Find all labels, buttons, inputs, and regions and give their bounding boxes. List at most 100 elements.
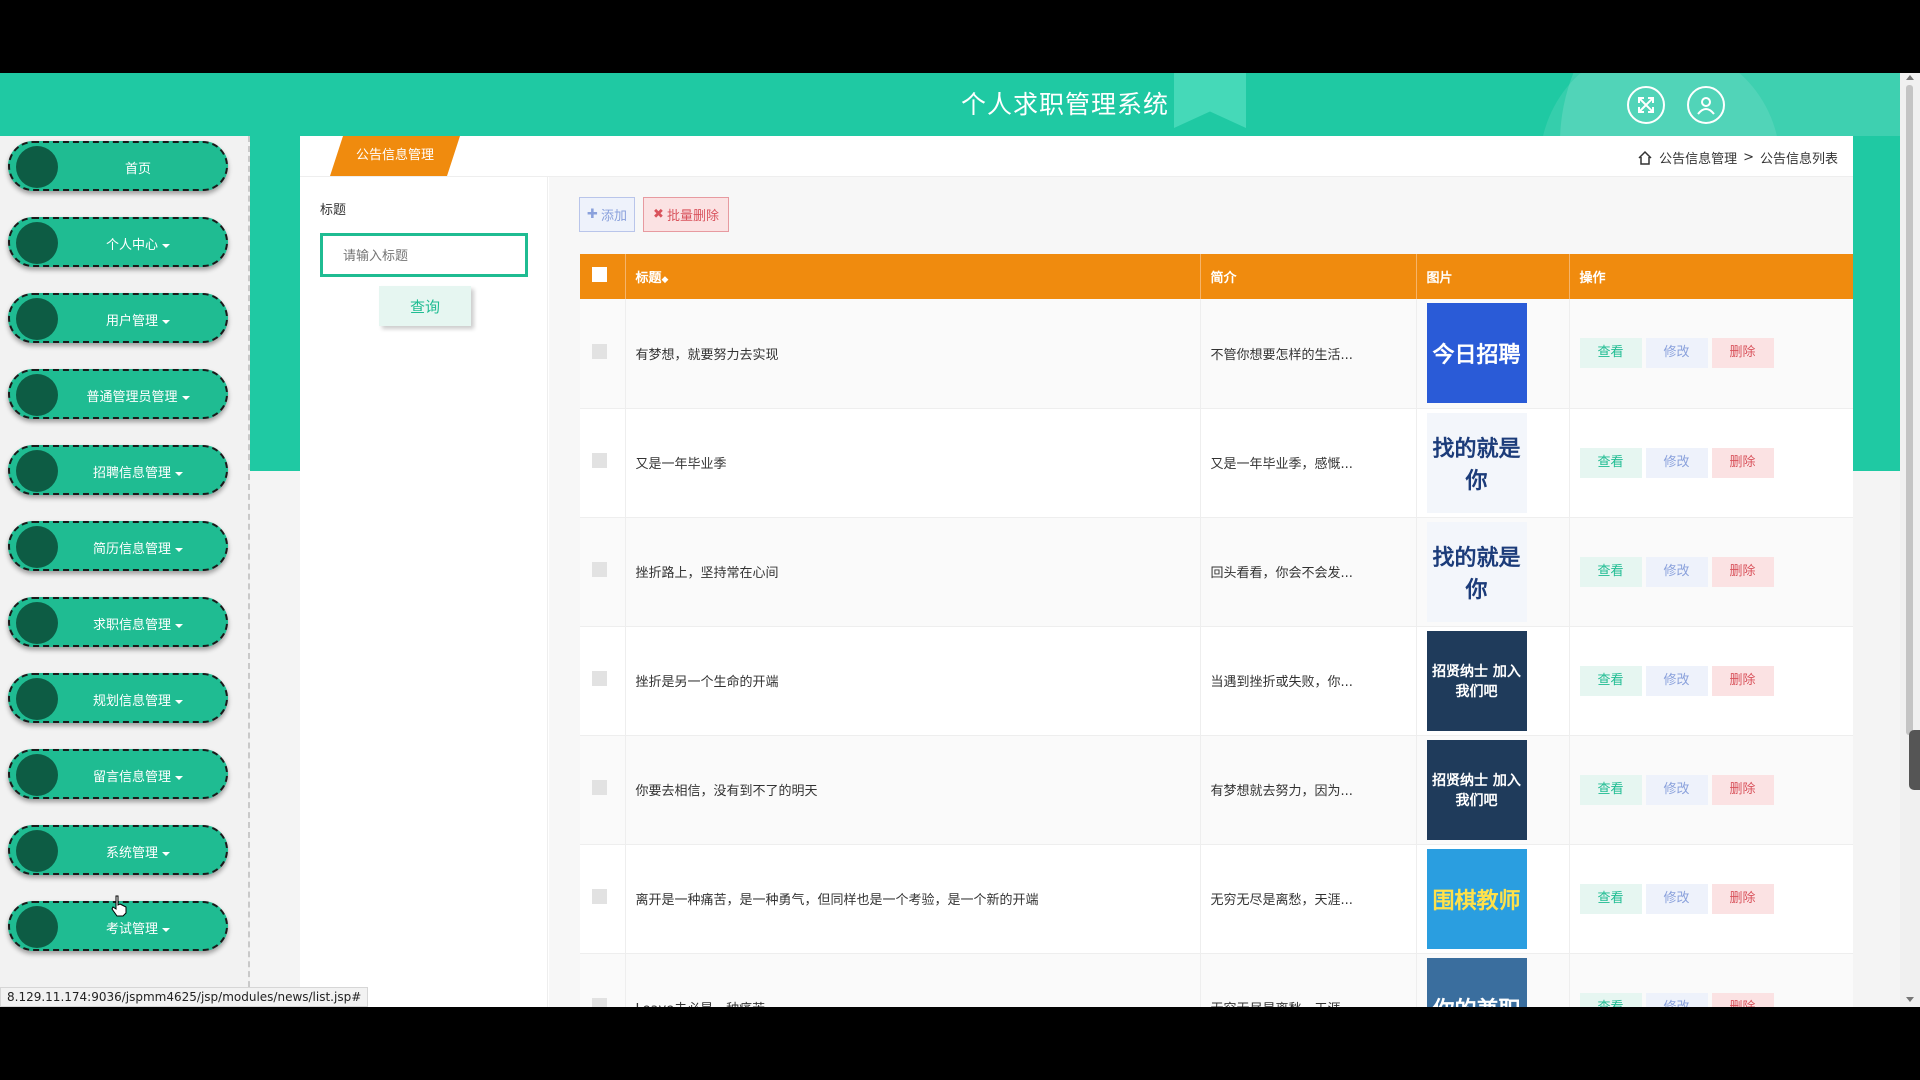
- chevron-down-icon: [175, 547, 183, 552]
- scroll-down-arrow[interactable]: [1906, 997, 1914, 1002]
- row-intro: 当遇到挫折或失败，你...: [1200, 626, 1417, 736]
- delete-button[interactable]: 删除: [1711, 447, 1774, 478]
- sidebar-item[interactable]: 规划信息管理: [8, 673, 228, 723]
- search-panel: 标题 查询: [300, 177, 548, 1007]
- delete-button[interactable]: 删除: [1711, 665, 1774, 696]
- query-button[interactable]: 查询: [379, 286, 471, 326]
- view-button[interactable]: 查看: [1579, 883, 1642, 914]
- main-content: 公告信息管理 公告信息管理 > 公告信息列表 标题 查询 ✚ 添加 ✖ 批量删除: [300, 136, 1853, 1007]
- column-header-title[interactable]: 标题◆: [625, 254, 1201, 299]
- select-all-checkbox[interactable]: [592, 267, 607, 282]
- list-area: ✚ 添加 ✖ 批量删除 标题◆ 简介 图片 操作 有梦想，就要努力去实现 不管你…: [549, 177, 1853, 1007]
- row-intro: 有梦想就去努力，因为...: [1200, 735, 1417, 845]
- add-button[interactable]: ✚ 添加: [579, 197, 635, 232]
- row-checkbox[interactable]: [592, 562, 607, 577]
- sidebar-item-text: 简历信息管理: [92, 542, 171, 557]
- page-scrollbar[interactable]: [1900, 73, 1920, 1007]
- delete-button[interactable]: 删除: [1711, 883, 1774, 914]
- sidebar: 首页个人中心用户管理普通管理员管理 招聘信息管理 简历信息管理 求职信息管理规划信息管…: [0, 136, 250, 1007]
- tab-announcement-management[interactable]: 公告信息管理: [330, 136, 460, 176]
- row-title: 挫折路上，坚持常在心间: [625, 517, 1201, 627]
- row-image: 找的就是你: [1426, 412, 1527, 513]
- sidebar-item-text: 求职信息管理: [92, 618, 171, 633]
- delete-button[interactable]: 删除: [1711, 556, 1774, 587]
- view-button[interactable]: 查看: [1579, 665, 1642, 696]
- row-title: Leave未必是一种痛苦: [625, 953, 1201, 1007]
- sidebar-item-text: 留言信息管理: [92, 770, 171, 785]
- row-actions: 查看 修改 删除: [1569, 953, 1853, 1007]
- title-search-input[interactable]: [320, 233, 528, 277]
- sidebar-item[interactable]: 个人中心: [8, 217, 228, 267]
- row-select-cell: [580, 844, 626, 954]
- delete-button[interactable]: 删除: [1711, 992, 1774, 1007]
- sidebar-item[interactable]: 用户管理: [8, 293, 228, 343]
- row-title: 你要去相信，没有到不了的明天: [625, 735, 1201, 845]
- row-checkbox[interactable]: [592, 343, 607, 359]
- chevron-down-icon: [162, 927, 170, 932]
- user-button[interactable]: [1687, 86, 1725, 124]
- edit-button[interactable]: 修改: [1645, 338, 1708, 369]
- sidebar-item[interactable]: 普通管理员管理: [8, 369, 228, 419]
- edit-button[interactable]: 修改: [1645, 992, 1708, 1007]
- delete-button[interactable]: 删除: [1711, 774, 1774, 805]
- row-checkbox[interactable]: [592, 998, 607, 1007]
- sidebar-item[interactable]: 留言信息管理: [8, 749, 228, 799]
- scroll-up-arrow[interactable]: [1906, 75, 1914, 80]
- sidebar-item-text: 招聘信息管理: [92, 466, 171, 481]
- row-actions: 查看 修改 删除: [1569, 844, 1853, 954]
- row-checkbox[interactable]: [592, 780, 607, 795]
- row-intro: 不管你想要怎样的生活...: [1200, 299, 1417, 409]
- row-title: 挫折是另一个生命的开端: [625, 626, 1201, 736]
- sidebar-item[interactable]: 系统管理: [8, 825, 228, 875]
- delete-button[interactable]: 删除: [1711, 338, 1774, 369]
- view-button[interactable]: 查看: [1579, 992, 1642, 1007]
- view-button[interactable]: 查看: [1579, 774, 1642, 805]
- row-checkbox[interactable]: [592, 453, 607, 468]
- sidebar-item[interactable]: 首页: [8, 141, 228, 191]
- chevron-down-icon: [175, 471, 183, 476]
- edit-button[interactable]: 修改: [1645, 883, 1708, 914]
- sidebar-item-text: 普通管理员管理: [86, 390, 178, 405]
- row-checkbox[interactable]: [592, 889, 607, 904]
- sidebar-item[interactable]: 招聘信息管理: [8, 445, 228, 495]
- app-window: 个人求职管理系统 首页个人中心用户管理普通管理员管理 招聘信息管理 简历信息管理 求职…: [0, 73, 1920, 1007]
- sidebar-item-label: 首页: [50, 158, 226, 177]
- batch-delete-button[interactable]: ✖ 批量删除: [643, 197, 729, 232]
- column-title-label: 标题: [635, 271, 662, 286]
- sidebar-item[interactable]: 简历信息管理: [8, 521, 228, 571]
- home-icon[interactable]: [1637, 150, 1653, 166]
- row-actions: 查看 修改 删除: [1569, 735, 1853, 845]
- sidebar-item[interactable]: 求职信息管理: [8, 597, 228, 647]
- view-button[interactable]: 查看: [1579, 447, 1642, 478]
- fullscreen-button[interactable]: [1627, 86, 1665, 124]
- row-image: 你的兼职: [1426, 957, 1527, 1007]
- top-header: 个人求职管理系统: [0, 73, 1900, 136]
- table-row: 挫折路上，坚持常在心间 回头看看，你会不会发... 找的就是你 查看 修改 删除: [580, 517, 1853, 627]
- row-select-cell: [580, 735, 626, 845]
- row-intro: 无穷无尽是离愁，天涯...: [1200, 953, 1417, 1007]
- sidebar-item-label: 用户管理: [50, 310, 226, 329]
- hand-cursor-icon: [111, 895, 127, 917]
- side-panel-handle[interactable]: [1909, 730, 1920, 790]
- chevron-down-icon: [175, 623, 183, 628]
- edit-button[interactable]: 修改: [1645, 665, 1708, 696]
- breadcrumb-separator: >: [1743, 150, 1754, 165]
- sidebar-item-label: 留言信息管理: [50, 766, 226, 785]
- edit-button[interactable]: 修改: [1645, 774, 1708, 805]
- view-button[interactable]: 查看: [1579, 338, 1642, 369]
- edit-button[interactable]: 修改: [1645, 447, 1708, 478]
- row-select-cell: [580, 408, 626, 518]
- scrollbar-thumb[interactable]: [1906, 85, 1913, 735]
- breadcrumb-item[interactable]: 公告信息管理: [1659, 148, 1737, 167]
- sidebar-item-text: 系统管理: [105, 846, 158, 861]
- row-checkbox[interactable]: [592, 671, 607, 686]
- chevron-down-icon: [162, 851, 170, 856]
- sidebar-item-label: 系统管理: [50, 842, 226, 861]
- row-image-cell: 围棋教师: [1416, 844, 1570, 954]
- row-actions: 查看 修改 删除: [1569, 408, 1853, 518]
- row-image: 围棋教师: [1426, 848, 1527, 949]
- chevron-down-icon: [162, 243, 170, 248]
- breadcrumb-current: 公告信息列表: [1759, 152, 1838, 167]
- view-button[interactable]: 查看: [1579, 556, 1642, 587]
- edit-button[interactable]: 修改: [1645, 556, 1708, 587]
